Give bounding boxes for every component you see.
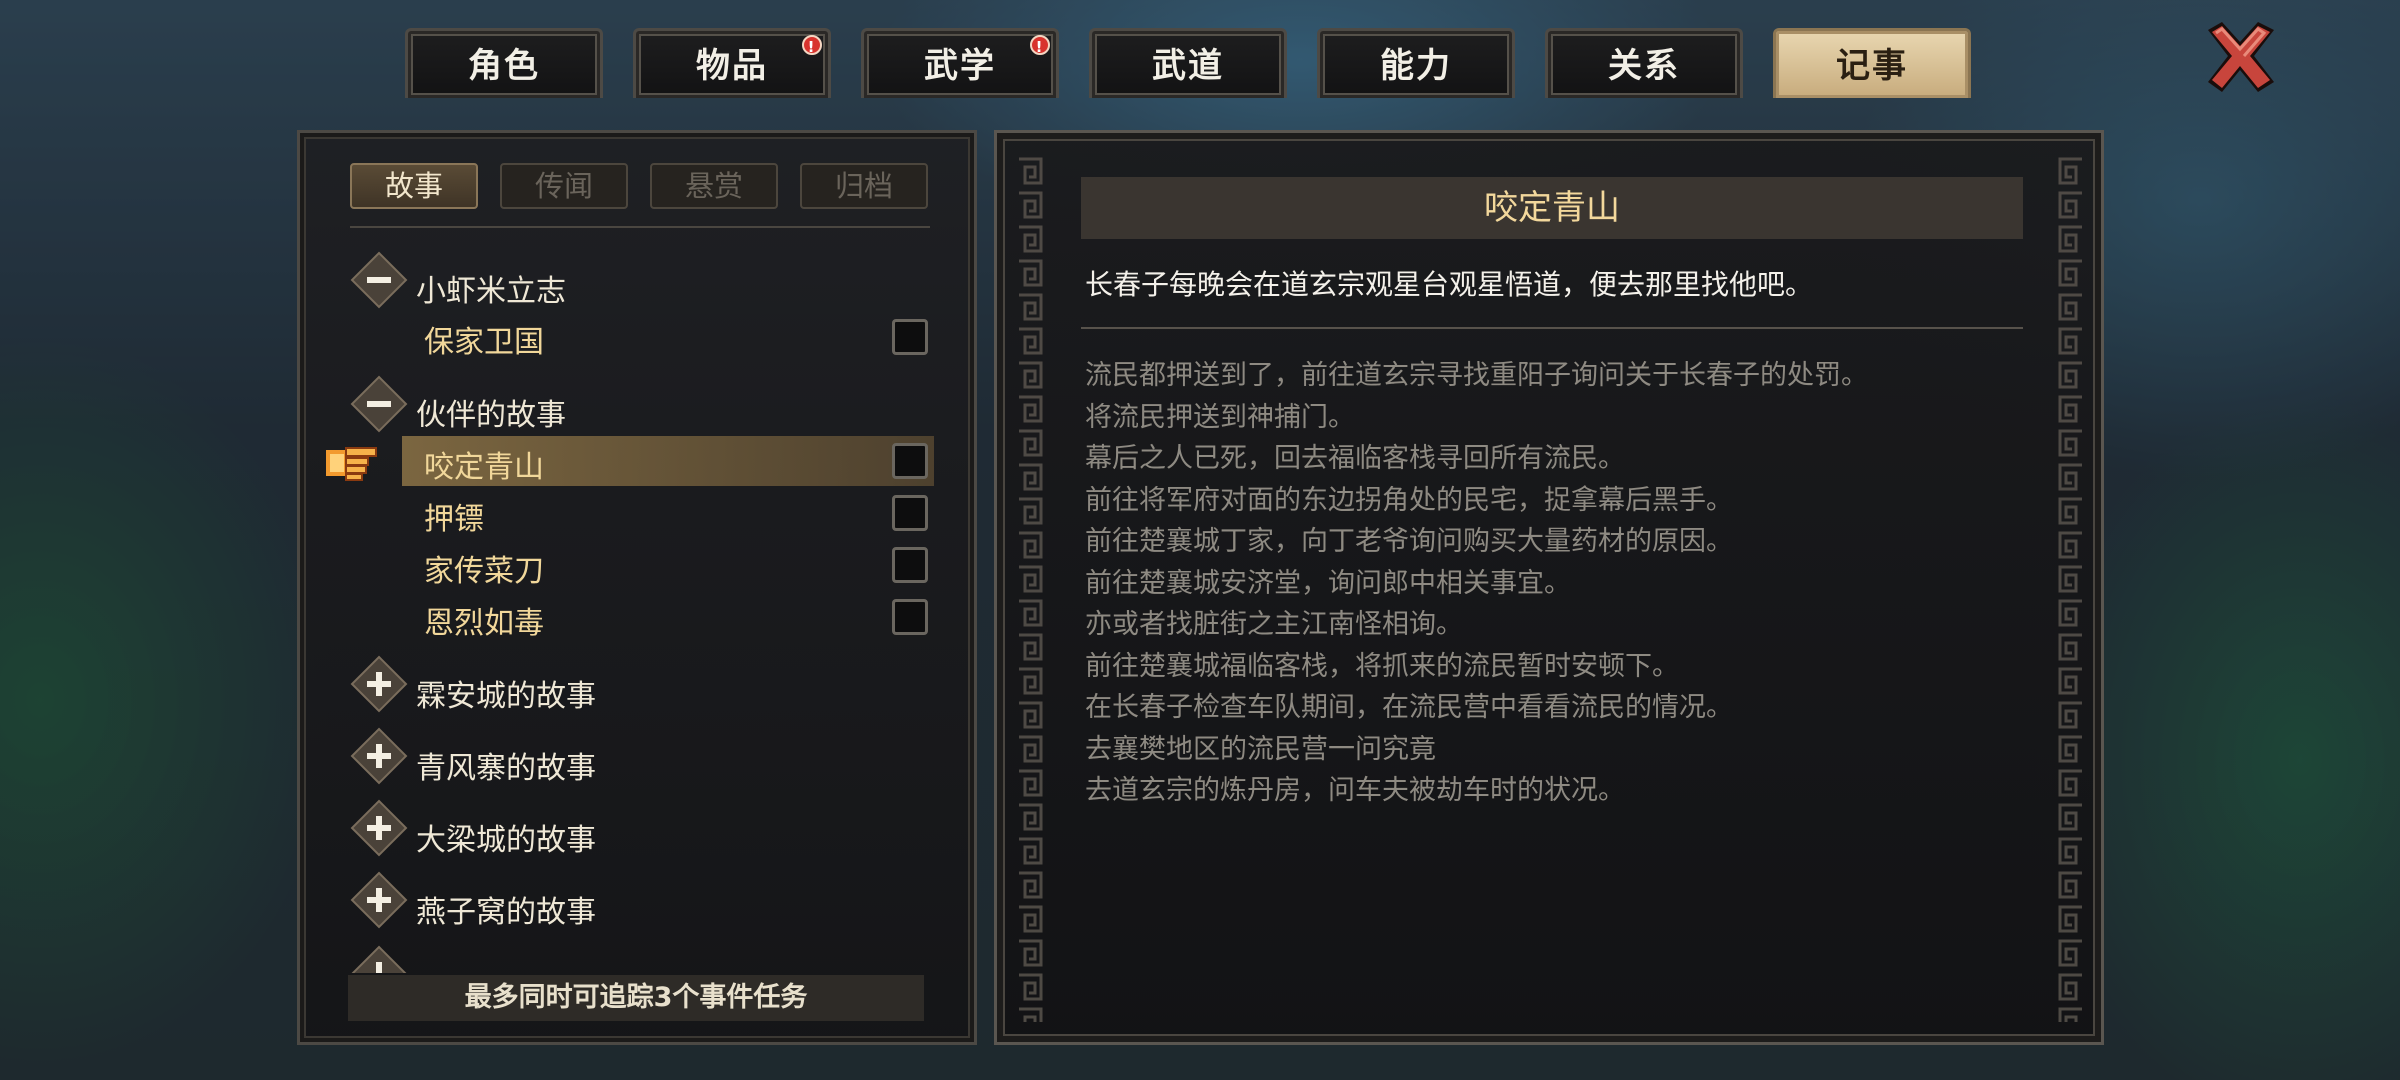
close-button[interactable]	[2198, 14, 2282, 98]
history-entry: 前往楚襄城安济堂，询问郎中相关事宜。	[1085, 567, 1571, 599]
quest-detail-panel: 咬定青山 长春子每晚会在道玄宗观星台观星悟道，便去那里找他吧。 流民都押送到了，…	[994, 130, 2104, 1045]
divider	[1081, 327, 2023, 329]
track-checkbox[interactable]	[892, 599, 928, 635]
tracking-limit-note: 最多同时可追踪3个事件任务	[348, 975, 924, 1021]
objective-history: 流民都押送到了，前往道玄宗寻找重阳子询问关于长春子的处罚。 将流民押送到神捕门。…	[1085, 355, 1868, 812]
fret-border-right	[2056, 157, 2086, 1022]
history-entry: 亦或者找脏街之主江南怪相询。	[1085, 609, 1463, 640]
subtab-label: 悬赏	[684, 169, 743, 203]
history-entry: 前往将军府对面的东边拐角处的民宅，捉拿幕后黑手。	[1085, 484, 1733, 516]
fret-border-left	[1015, 157, 1045, 1022]
subtab-rumors[interactable]: 传闻	[500, 163, 628, 209]
history-entry: 去襄樊地区的流民营一问究竟	[1085, 733, 1436, 765]
plus-icon[interactable]	[350, 655, 408, 713]
tab-label: 能力	[1380, 46, 1452, 86]
quest-title: 咬定青山	[1081, 177, 2023, 239]
minus-icon[interactable]	[350, 375, 408, 433]
track-checkbox[interactable]	[892, 547, 928, 583]
quest-item[interactable]: 恩烈如毒	[424, 598, 544, 642]
tab-label: 武道	[1152, 46, 1224, 86]
quest-item[interactable]: 家传菜刀	[424, 546, 544, 590]
quest-list-panel: 故事 传闻 悬赏 归档 小虾米立志 保家卫国 伙伴的故事 咬定青山 押镖 家传菜…	[297, 130, 977, 1045]
tab-character[interactable]: 角色	[405, 28, 603, 98]
divider	[350, 226, 930, 228]
quest-group-title[interactable]: 小虾米立志	[416, 266, 566, 310]
subtab-label: 故事	[384, 169, 443, 203]
quest-group-title[interactable]: 伙伴的故事	[416, 390, 566, 434]
history-entry: 在长春子检查车队期间，在流民营中看看流民的情况。	[1085, 692, 1733, 723]
tab-abilities[interactable]: 能力	[1317, 28, 1515, 98]
track-checkbox[interactable]	[892, 443, 928, 479]
plus-icon[interactable]	[350, 799, 408, 857]
tab-label: 武学	[924, 46, 996, 86]
subtab-label: 归档	[834, 169, 893, 203]
quest-group-title[interactable]: 大梁城的故事	[416, 815, 596, 859]
tab-label: 记事	[1836, 46, 1908, 86]
plus-icon[interactable]	[350, 871, 408, 929]
tab-label: 物品	[696, 46, 768, 86]
track-checkbox[interactable]	[892, 319, 928, 355]
tab-label: 关系	[1608, 46, 1680, 86]
tab-label: 角色	[468, 46, 540, 86]
track-checkbox[interactable]	[892, 495, 928, 531]
subtab-bounties[interactable]: 悬赏	[650, 163, 778, 209]
tab-journal[interactable]: 记事	[1773, 28, 1971, 98]
history-entry: 幕后之人已死，回去福临客栈寻回所有流民。	[1085, 443, 1625, 474]
current-objective: 长春子每晚会在道玄宗观星台观星悟道，便去那里找他吧。	[1085, 268, 1814, 301]
minus-icon[interactable]	[350, 251, 408, 309]
tab-martial-way[interactable]: 武道	[1089, 28, 1287, 98]
subtab-stories[interactable]: 故事	[350, 163, 478, 209]
subtab-archive[interactable]: 归档	[800, 163, 928, 209]
tab-relations[interactable]: 关系	[1545, 28, 1743, 98]
tab-martial-arts[interactable]: 武学 !	[861, 28, 1059, 98]
quest-item[interactable]: 保家卫国	[424, 317, 544, 361]
tab-items[interactable]: 物品 !	[633, 28, 831, 98]
quest-group-title[interactable]: 燕子窝的故事	[416, 887, 596, 931]
quest-item[interactable]: 押镖	[424, 494, 484, 538]
subtab-label: 传闻	[534, 169, 593, 203]
quest-group-title[interactable]: 霖安城的故事	[416, 671, 596, 715]
plus-icon[interactable]	[350, 945, 408, 973]
notification-badge: !	[1030, 35, 1050, 56]
quest-group-title[interactable]: 青风寨的故事	[416, 743, 596, 787]
close-icon	[2208, 22, 2274, 92]
history-entry: 去道玄宗的炼丹房，问车夫被劫车时的状况。	[1085, 775, 1625, 806]
history-entry: 前往楚襄城丁家，向丁老爷询问购买大量药材的原因。	[1085, 526, 1733, 557]
quest-item-selected[interactable]: 咬定青山	[424, 442, 544, 486]
pointing-hand-icon	[326, 447, 377, 481]
history-entry: 前往楚襄城福临客栈，将抓来的流民暂时安顿下。	[1085, 650, 1679, 682]
history-entry: 将流民押送到神捕门。	[1085, 401, 1355, 433]
plus-icon[interactable]	[350, 727, 408, 785]
notification-badge: !	[802, 35, 822, 56]
history-entry: 流民都押送到了，前往道玄宗寻找重阳子询问关于长春子的处罚。	[1085, 360, 1868, 391]
